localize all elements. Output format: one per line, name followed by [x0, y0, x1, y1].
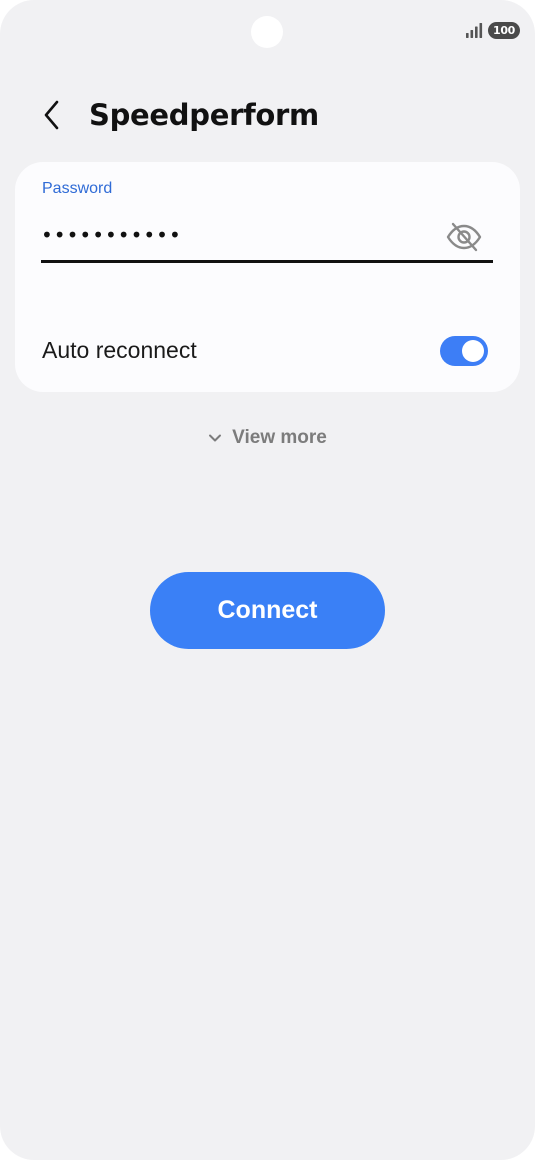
back-button[interactable] [30, 92, 74, 138]
page-title: Speedperform [89, 98, 319, 132]
connect-button[interactable]: Connect [150, 572, 385, 649]
password-label: Password [42, 180, 113, 197]
toggle-knob [462, 340, 484, 362]
eye-off-icon [446, 222, 482, 252]
camera-cutout [251, 16, 283, 48]
password-input[interactable] [41, 218, 431, 252]
auto-reconnect-label: Auto reconnect [42, 337, 197, 363]
password-underline [41, 260, 493, 263]
signal-icon [466, 23, 483, 38]
view-more-button[interactable]: View more [0, 424, 535, 452]
toggle-password-visibility-button[interactable] [441, 217, 487, 257]
chevron-left-icon [44, 100, 59, 130]
battery-level: 100 [492, 24, 516, 37]
view-more-label: View more [232, 427, 327, 448]
auto-reconnect-toggle[interactable] [440, 336, 488, 366]
wifi-network-screen: 100 Speedperform Password Auto reconnect… [0, 0, 535, 1160]
network-settings-card: Password Auto reconnect [15, 162, 520, 392]
chevron-down-icon [209, 434, 222, 442]
battery-icon: 100 [488, 22, 520, 39]
